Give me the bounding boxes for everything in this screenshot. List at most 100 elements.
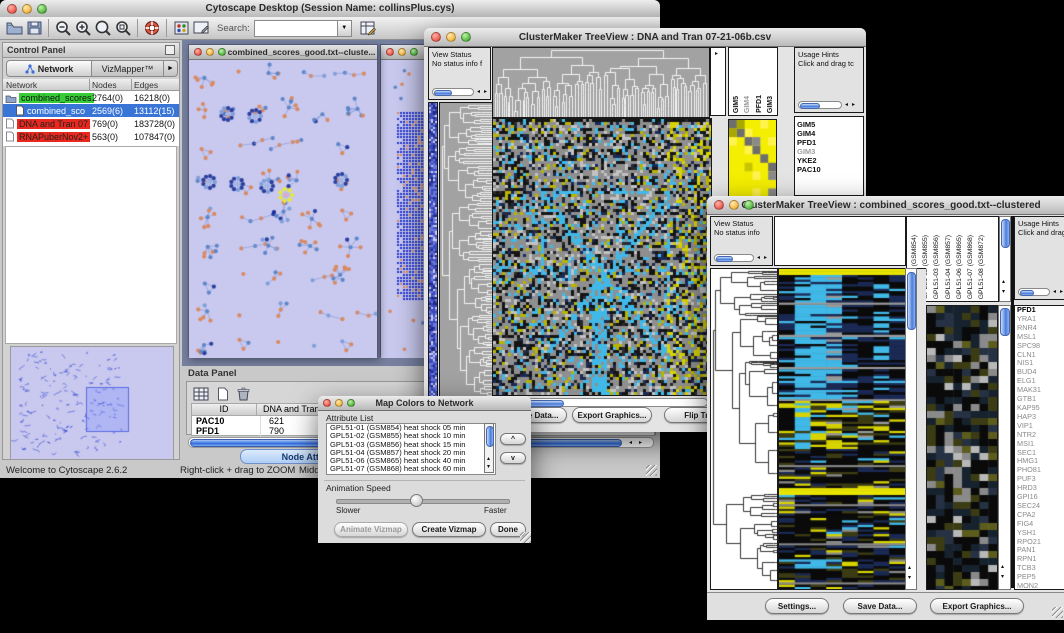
column-label[interactable]: GIM4 (743, 96, 752, 113)
col-edges[interactable]: Edges (134, 80, 158, 90)
zoom-button[interactable] (744, 200, 754, 210)
open-file-icon[interactable] (4, 19, 24, 38)
list-vscrollbar[interactable]: ▴ ▾ (484, 423, 494, 473)
trash-icon[interactable] (233, 384, 253, 403)
scroll-down-arrow[interactable]: ▾ (908, 575, 911, 582)
network-row-selected[interactable]: combined_sco 2569(6) 13112(15) (3, 104, 179, 117)
column-dendrogram[interactable] (492, 47, 710, 118)
resize-grip[interactable] (646, 465, 657, 476)
zoom-button[interactable] (347, 399, 355, 407)
settings-button[interactable]: Settings... (765, 598, 829, 614)
help-lifering-icon[interactable] (142, 19, 162, 38)
tab-vizmapper[interactable]: VizMapper™ (92, 60, 164, 77)
scroll-right-arrow[interactable]: ▸ (852, 101, 855, 109)
row-dendrogram[interactable] (439, 102, 493, 398)
zoom-button[interactable] (218, 48, 226, 56)
secondary-vscrollbar[interactable]: ▴ ▾ (998, 305, 1011, 590)
table-grid-icon[interactable] (191, 384, 211, 403)
zoom-out-icon[interactable] (53, 19, 73, 38)
network-overview-thumbnail[interactable] (10, 346, 174, 460)
move-up-button[interactable]: ^ (500, 433, 526, 445)
col-network[interactable]: Network (6, 80, 37, 90)
zoom-button[interactable] (461, 32, 471, 42)
heatmap-main[interactable] (492, 118, 712, 396)
scroll-left-arrow[interactable]: ◂ (1053, 288, 1056, 296)
new-attribute-icon[interactable] (213, 384, 233, 403)
attribute-item[interactable]: GPL51-07 (GSM868) heat shock 60 min (327, 465, 495, 473)
gene-label[interactable]: PAC10 (795, 165, 863, 174)
heatmap-main[interactable] (778, 268, 906, 590)
resize-grip[interactable] (520, 532, 531, 543)
col-nodes[interactable]: Nodes (92, 80, 117, 90)
close-button[interactable] (323, 399, 331, 407)
row-dendrogram[interactable] (710, 268, 778, 590)
save-data-button[interactable]: Save Data... (843, 598, 917, 614)
minimize-button[interactable] (446, 32, 456, 42)
gene-label[interactable]: MON2 (1015, 582, 1064, 590)
mini-hscrollbar[interactable] (798, 101, 842, 109)
gene-label[interactable]: GIM3 (795, 147, 863, 156)
zoom-button[interactable] (37, 4, 47, 14)
scroll-down-arrow[interactable]: ▾ (1001, 574, 1004, 581)
close-button[interactable] (386, 48, 394, 56)
dialog-titlebar[interactable]: Map Colors to Network (318, 396, 531, 411)
resize-grip[interactable] (1052, 607, 1063, 618)
scroll-right-arrow[interactable]: ▸ (1060, 288, 1063, 296)
treeview1-titlebar[interactable]: ClusterMaker TreeView : DNA and Tran 07-… (424, 28, 866, 47)
main-titlebar[interactable]: Cytoscape Desktop (Session Name: collins… (0, 0, 660, 18)
scrollbar-thumb[interactable] (1001, 219, 1010, 248)
animation-slider-thumb[interactable] (410, 494, 423, 507)
plugin-manager-icon[interactable] (171, 19, 191, 38)
network-row-combined-scores[interactable]: combined_scores 2764(0) 16218(0) (3, 91, 179, 104)
scroll-left-arrow[interactable]: ◂ (477, 88, 480, 96)
tab-network[interactable]: Network (6, 60, 92, 77)
scroll-right-arrow[interactable]: ▸ (639, 439, 642, 447)
table-browser-icon[interactable] (358, 19, 378, 38)
mini-hscrollbar[interactable] (714, 254, 754, 262)
mini-hscrollbar[interactable] (1018, 288, 1050, 296)
column-label[interactable]: GPL51-04 (GSM857) (944, 235, 953, 299)
zoom-selected-icon[interactable] (113, 19, 133, 38)
scroll-down-arrow[interactable]: ▾ (487, 464, 490, 471)
gene-label[interactable]: GIM4 (795, 129, 863, 138)
column-label[interactable]: GPL51-08 (GSM872) (977, 235, 986, 299)
heatmap-secondary[interactable] (926, 305, 998, 590)
animation-slider-track[interactable] (336, 499, 510, 504)
scroll-right-arrow[interactable]: ▸ (484, 88, 487, 96)
column-label[interactable]: GIM3 (766, 96, 775, 113)
data-col-id[interactable]: ID (192, 404, 257, 415)
zoom-fit-icon[interactable] (93, 19, 113, 38)
save-icon[interactable] (24, 19, 44, 38)
close-button[interactable] (7, 4, 17, 14)
scroll-left-arrow[interactable]: ◂ (845, 101, 848, 109)
column-tree-panel[interactable] (774, 216, 906, 266)
attribute-listbox[interactable]: GPL51-01 (GSM854) heat shock 05 minGPL51… (326, 423, 496, 475)
minimize-button[interactable] (335, 399, 343, 407)
animate-vizmap-button[interactable]: Animate Vizmap (334, 522, 408, 537)
gene-label[interactable]: PFD1 (795, 138, 863, 147)
column-label[interactable]: GPL51-07 (GSM868) (966, 235, 975, 299)
tab-overflow-button[interactable]: ► (164, 60, 178, 77)
column-label[interactable]: PFD1 (755, 95, 764, 113)
treeview2-titlebar[interactable]: ClusterMaker TreeView : combined_scores_… (707, 196, 1064, 215)
close-button[interactable] (431, 32, 441, 42)
network-row-dna-tran[interactable]: DNA and Tran 07 769(0) 183728(0) (3, 117, 179, 130)
column-scroll-strip[interactable]: ▸ (710, 47, 726, 116)
network-view-window[interactable]: combined_scores_good.txt--cluste... (188, 44, 378, 357)
create-vizmap-button[interactable]: Create Vizmap (412, 522, 486, 537)
annotation-icon[interactable] (191, 19, 211, 38)
mini-hscrollbar[interactable] (432, 88, 474, 96)
scroll-up-arrow[interactable]: ▴ (487, 456, 490, 463)
network-view-canvas[interactable] (189, 60, 377, 358)
scroll-right-arrow[interactable]: ▸ (764, 254, 767, 262)
network-view-window-back[interactable] (380, 44, 428, 357)
search-dropdown-button[interactable]: ▼ (338, 20, 352, 37)
scroll-up-arrow[interactable]: ▴ (908, 565, 911, 572)
scroll-down-arrow[interactable]: ▾ (1002, 289, 1005, 296)
network-row-rnapuber[interactable]: RNAPuberNov2+ 563(0) 107847(0) (3, 130, 179, 143)
zoom-button[interactable] (410, 48, 418, 56)
scroll-left-arrow[interactable]: ◂ (629, 439, 632, 447)
scroll-up-arrow[interactable]: ▴ (1002, 279, 1005, 286)
zoom-in-icon[interactable] (73, 19, 93, 38)
correlation-matrix[interactable] (728, 119, 777, 198)
